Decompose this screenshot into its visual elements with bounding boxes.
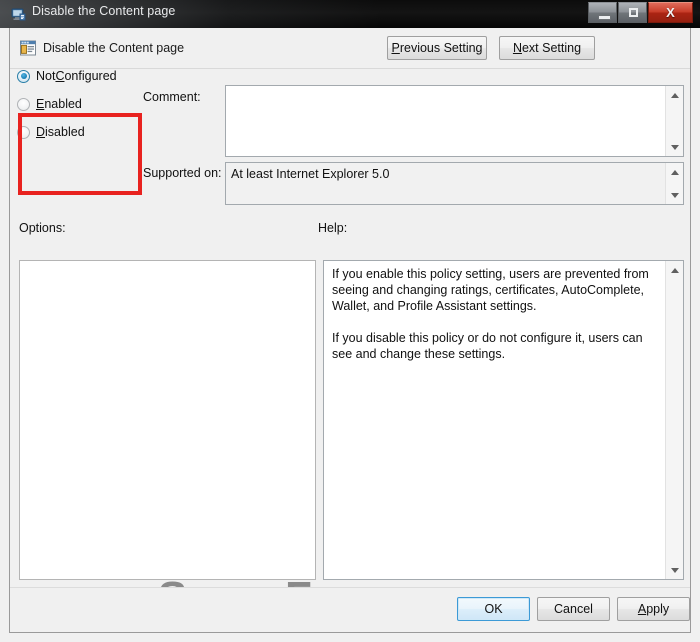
radio-enabled-label-post: nabled: [44, 97, 82, 111]
radio-not-configured-label-pre: Not: [36, 69, 56, 83]
supported-on-field: At least Internet Explorer 5.0: [225, 162, 684, 205]
radio-not-configured-label-post: onfigured: [64, 69, 117, 83]
options-label: Options:: [19, 221, 66, 235]
help-scroll-up-icon[interactable]: [666, 262, 683, 278]
policy-setting-icon: [19, 39, 37, 57]
apply-button-accel: A: [637, 602, 647, 616]
radio-not-configured-accel: C: [55, 69, 65, 83]
maximize-button[interactable]: [618, 2, 647, 23]
help-panel[interactable]: If you enable this policy setting, users…: [323, 260, 684, 580]
comment-scroll-down-icon[interactable]: [666, 139, 683, 155]
previous-setting-button[interactable]: Previous Setting: [387, 36, 487, 60]
comment-label: Comment:: [143, 90, 201, 104]
previous-setting-label: revious Setting: [399, 41, 483, 55]
radio-not-configured-indicator: [17, 69, 30, 83]
policy-window-icon: [11, 6, 27, 22]
maximize-icon: [629, 8, 638, 17]
window-controls: X: [588, 2, 693, 23]
next-setting-button[interactable]: Next Setting: [499, 36, 595, 60]
options-panel[interactable]: [19, 260, 316, 580]
window-title: Disable the Content page: [32, 4, 176, 18]
help-scroll-down-icon[interactable]: [666, 562, 683, 578]
comment-scroll-up-icon[interactable]: [666, 87, 683, 103]
cancel-button[interactable]: Cancel: [537, 597, 610, 621]
page-title: Disable the Content page: [43, 41, 185, 55]
next-setting-label: ext Setting: [521, 41, 582, 55]
supported-on-value: At least Internet Explorer 5.0: [231, 167, 390, 181]
radio-disabled-indicator: [17, 125, 30, 139]
help-scrollbar[interactable]: [665, 261, 683, 579]
previous-setting-accel: P: [391, 41, 400, 55]
minimize-button[interactable]: [588, 2, 617, 23]
radio-enabled-accel: E: [36, 97, 45, 111]
comment-scrollbar[interactable]: [665, 86, 683, 156]
ok-button-label: OK: [484, 602, 503, 616]
dialog-header: Disable the Content page Previous Settin…: [10, 28, 690, 69]
cancel-button-label: Cancel: [554, 602, 593, 616]
radio-enabled-indicator: [17, 97, 30, 111]
supported-scroll-up-icon[interactable]: [666, 164, 683, 180]
radio-disabled-accel: D: [36, 125, 46, 139]
comment-input[interactable]: [225, 85, 684, 157]
close-icon: X: [666, 5, 675, 20]
apply-button[interactable]: Apply: [617, 597, 690, 621]
ok-button[interactable]: OK: [457, 597, 530, 621]
radio-disabled[interactable]: Disabled: [17, 123, 85, 141]
state-radio-group: [14, 76, 139, 161]
dialog-client-area: Disable the Content page Previous Settin…: [9, 28, 691, 633]
supported-on-scrollbar[interactable]: [665, 163, 683, 204]
radio-not-configured[interactable]: Not Configured: [17, 67, 117, 85]
help-text: If you enable this policy setting, users…: [332, 267, 649, 361]
supported-on-label: Supported on:: [143, 166, 222, 180]
close-button[interactable]: X: [648, 2, 693, 23]
dialog-footer: OK Cancel Apply: [10, 587, 690, 632]
window-titlebar[interactable]: Disable the Content page X: [0, 0, 700, 28]
radio-enabled[interactable]: Enabled: [17, 95, 82, 113]
minimize-icon: [598, 15, 611, 20]
radio-disabled-label-post: isabled: [45, 125, 85, 139]
next-setting-accel: N: [512, 41, 522, 55]
apply-button-label: pply: [646, 602, 670, 616]
supported-scroll-down-icon[interactable]: [666, 187, 683, 203]
policy-setting-window: Disable the Content page X Disable the C…: [0, 0, 700, 642]
help-label: Help:: [318, 221, 348, 235]
